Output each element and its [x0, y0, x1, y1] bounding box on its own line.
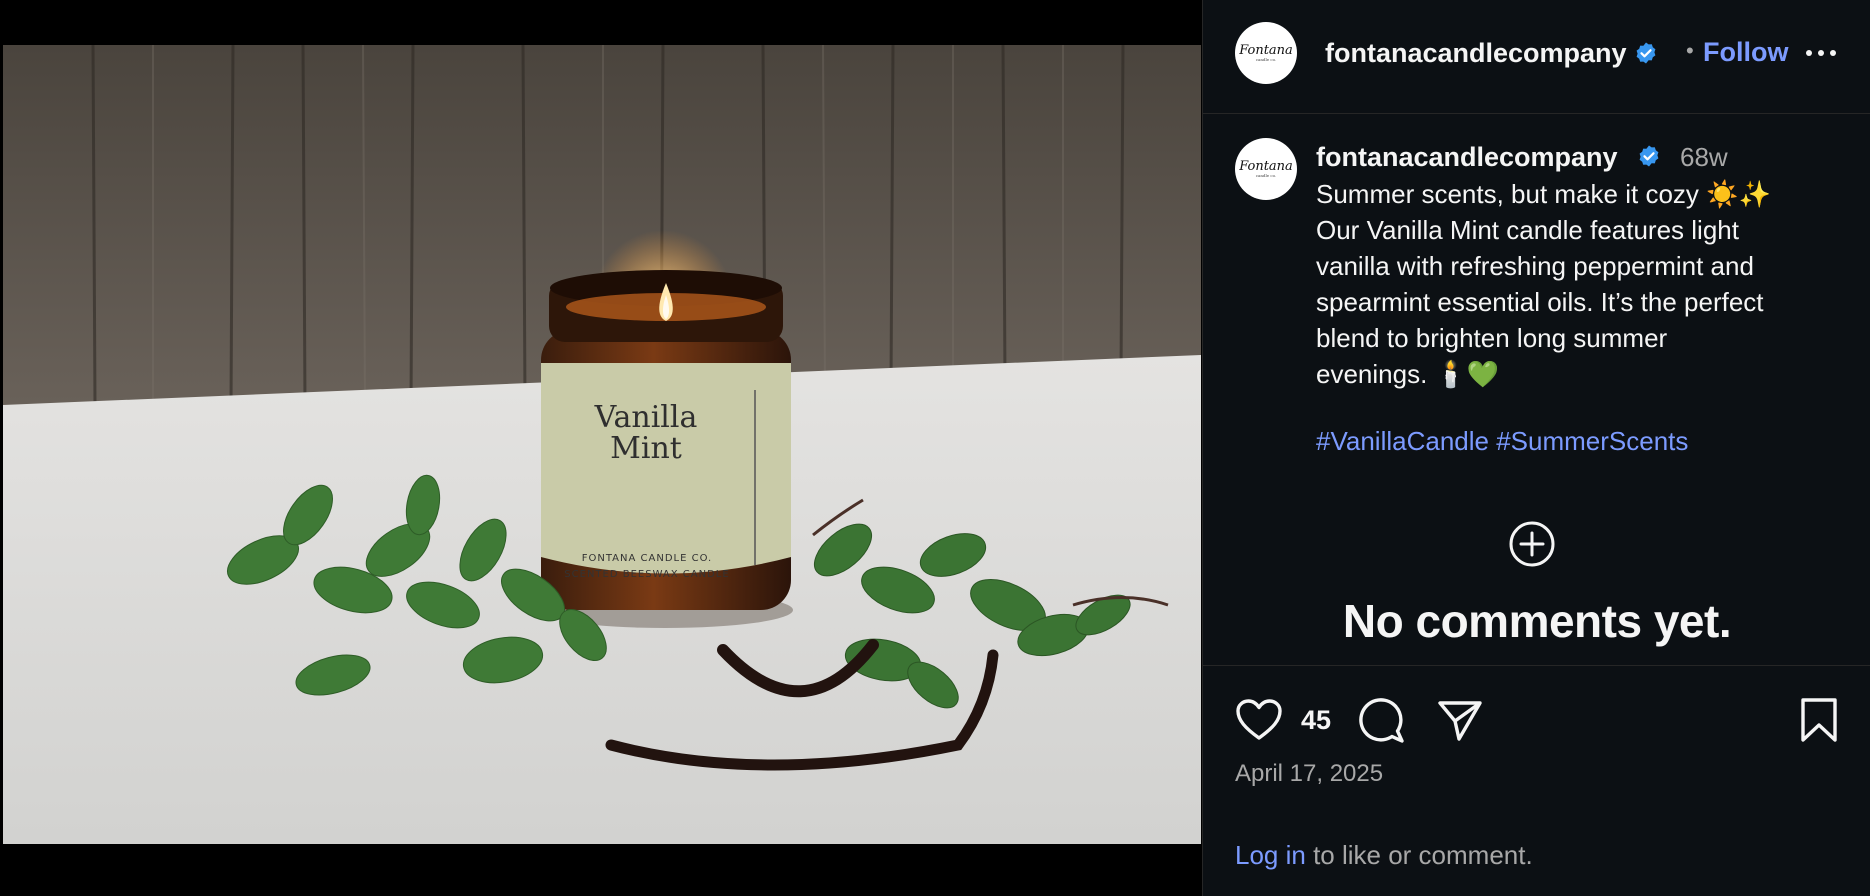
verified-badge-icon [1636, 42, 1656, 64]
hashtags: #VanillaCandle #SummerScents [1316, 426, 1688, 457]
header-username-row: fontanacandlecompany [1325, 38, 1658, 69]
caption-text: Summer scents, but make it cozy ☀️✨ Our … [1316, 176, 1846, 392]
caption-line: Our Vanilla Mint candle features light [1316, 215, 1739, 245]
login-prompt-text: to like or comment. [1305, 840, 1533, 870]
label-desc: SCENTED BEESWAX CANDLE [564, 569, 729, 580]
hashtag-link[interactable]: #VanillaCandle [1316, 426, 1489, 456]
separator-dot: • [1686, 38, 1694, 63]
post-timestamp[interactable]: 68w [1680, 142, 1728, 173]
post-header: Fontana candle co. fontanacandlecompany … [1203, 0, 1870, 114]
label-brand: FONTANA CANDLE CO. [582, 553, 712, 564]
caption-username[interactable]: fontanacandlecompany [1316, 142, 1618, 173]
post-actions: 45 April 17, 2025 Log in to like or comm… [1203, 665, 1870, 896]
login-link[interactable]: Log in [1235, 840, 1306, 870]
post-viewer: Vanilla Mint FONTANA CANDLE CO. SCENTED … [0, 0, 1870, 896]
caption-line: evenings. 🕯️💚 [1316, 359, 1500, 389]
post-media-area: Vanilla Mint FONTANA CANDLE CO. SCENTED … [0, 0, 1202, 896]
candle-photo-illustration: Vanilla Mint FONTANA CANDLE CO. SCENTED … [3, 45, 1201, 844]
bookmark-icon[interactable] [1799, 697, 1839, 743]
comment-bubble-icon[interactable] [1359, 698, 1405, 744]
follow-button[interactable]: Follow [1703, 37, 1788, 68]
brand-logo: Fontana candle co. [1239, 159, 1293, 178]
hashtag-link[interactable]: #SummerScents [1496, 426, 1688, 456]
paper-plane-icon[interactable] [1437, 699, 1483, 743]
caption-line: Summer scents, but make it cozy ☀️✨ [1316, 179, 1771, 209]
heart-icon[interactable] [1235, 698, 1283, 742]
no-comments-message: No comments yet. [1342, 595, 1732, 647]
verified-badge-icon [1639, 145, 1659, 167]
avatar[interactable]: Fontana candle co. [1235, 22, 1297, 84]
post-date: April 17, 2025 [1235, 760, 1384, 787]
caption-line: blend to brighten long summer [1316, 323, 1668, 353]
add-circle-icon [1509, 521, 1555, 567]
caption-avatar[interactable]: Fontana candle co. [1235, 138, 1297, 200]
brand-logo: Fontana candle co. [1239, 43, 1293, 62]
post-photo[interactable]: Vanilla Mint FONTANA CANDLE CO. SCENTED … [3, 45, 1201, 844]
login-prompt: Log in to like or comment. [1235, 840, 1533, 871]
header-username[interactable]: fontanacandlecompany [1325, 38, 1627, 68]
likes-count[interactable]: 45 [1301, 705, 1331, 736]
more-options-icon[interactable] [1803, 38, 1839, 68]
post-details-panel: Fontana candle co. fontanacandlecompany … [1202, 0, 1870, 896]
label-line2: Mint [610, 431, 682, 466]
caption-line: spearmint essential oils. It’s the perfe… [1316, 287, 1764, 317]
caption-line: vanilla with refreshing peppermint and [1316, 251, 1754, 281]
label-line1: Vanilla [594, 400, 698, 435]
